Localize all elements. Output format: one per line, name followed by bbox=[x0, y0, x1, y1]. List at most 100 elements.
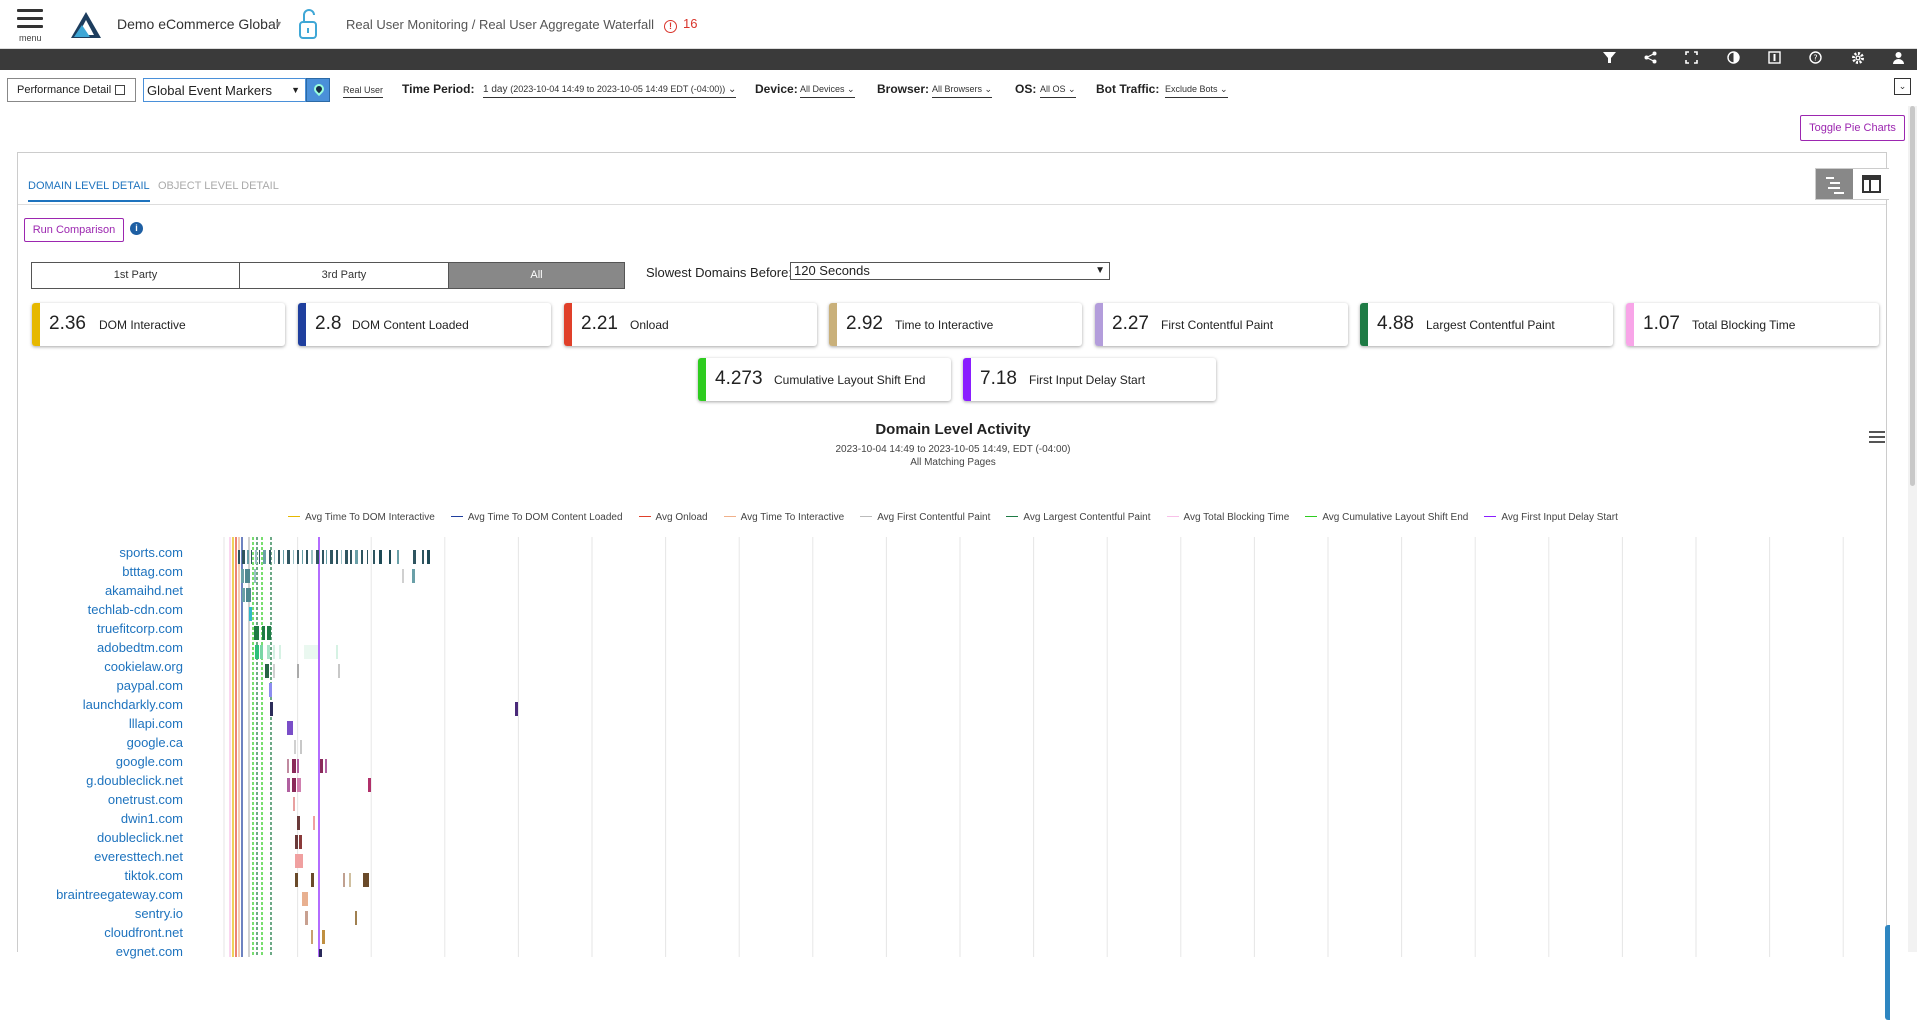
waterfall-bar bbox=[336, 645, 338, 659]
waterfall-bar bbox=[242, 588, 245, 602]
chart-menu-icon[interactable] bbox=[1869, 431, 1885, 446]
domain-label[interactable]: akamaihd.net bbox=[105, 583, 183, 598]
gear-icon[interactable] bbox=[1849, 51, 1866, 68]
collapse-toggle-icon[interactable]: ⌄ bbox=[1894, 78, 1911, 95]
legend-item[interactable]: Avg First Input Delay Start bbox=[1484, 512, 1618, 523]
table-view-button[interactable] bbox=[1853, 169, 1889, 199]
domain-label[interactable]: cookielaw.org bbox=[104, 659, 183, 674]
menu-button[interactable]: menu bbox=[17, 9, 43, 43]
domain-label[interactable]: everesttech.net bbox=[94, 849, 183, 864]
domain-label[interactable]: truefitcorp.com bbox=[97, 621, 183, 636]
legend-item[interactable]: Avg Total Blocking Time bbox=[1166, 512, 1289, 523]
domain-label[interactable]: onetrust.com bbox=[108, 792, 183, 807]
legend-swatch bbox=[288, 516, 301, 517]
help-icon[interactable]: ? bbox=[1807, 51, 1824, 68]
contrast-icon[interactable] bbox=[1725, 51, 1742, 68]
time-period-value: 1 day bbox=[483, 84, 508, 95]
waterfall-bar bbox=[413, 550, 416, 564]
third-party-button[interactable]: 3rd Party bbox=[240, 263, 449, 288]
page-scrollbar[interactable] bbox=[1908, 106, 1917, 952]
event-markers-select[interactable]: Global Event Markers ▼ bbox=[143, 78, 306, 102]
first-party-button[interactable]: 1st Party bbox=[32, 263, 240, 288]
legend-item[interactable]: Avg Time To DOM Content Loaded bbox=[450, 512, 623, 523]
metric-value: 2.36 bbox=[49, 313, 86, 334]
domain-label[interactable]: google.com bbox=[116, 754, 183, 769]
info-icon[interactable]: i bbox=[130, 222, 143, 235]
domain-label[interactable]: tiktok.com bbox=[124, 868, 183, 883]
domain-label[interactable]: doubleclick.net bbox=[97, 830, 183, 845]
legend-item[interactable]: Avg First Contentful Paint bbox=[860, 512, 990, 523]
metric-card: 2.27 First Contentful Paint bbox=[1095, 303, 1348, 346]
domain-label[interactable]: btttag.com bbox=[122, 564, 183, 579]
domain-label[interactable]: dwin1.com bbox=[121, 811, 183, 826]
browser-select[interactable]: All Browsers ⌄ bbox=[932, 84, 993, 98]
side-handle[interactable] bbox=[1885, 925, 1890, 1020]
metric-label: DOM Content Loaded bbox=[352, 318, 469, 332]
domain-label[interactable]: launchdarkly.com bbox=[83, 697, 183, 712]
waterfall-bar bbox=[322, 930, 325, 944]
legend-swatch bbox=[723, 516, 736, 517]
domain-label[interactable]: braintreegateway.com bbox=[56, 887, 183, 902]
domain-label[interactable]: cloudfront.net bbox=[104, 925, 183, 940]
domain-label[interactable]: paypal.com bbox=[117, 678, 183, 693]
waterfall-bar bbox=[255, 645, 259, 659]
waterfall-bar bbox=[515, 702, 518, 716]
toggle-pie-charts-button[interactable]: Toggle Pie Charts bbox=[1800, 115, 1905, 141]
report-icon[interactable] bbox=[1766, 51, 1783, 68]
waterfall-bar bbox=[350, 550, 352, 564]
metric-value: 2.27 bbox=[1112, 313, 1149, 334]
all-party-button[interactable]: All bbox=[449, 263, 624, 288]
browser-label: Browser: bbox=[877, 82, 930, 96]
svg-text:?: ? bbox=[1813, 54, 1817, 63]
waterfall-bar bbox=[311, 550, 313, 564]
user-icon[interactable] bbox=[1890, 51, 1907, 68]
share-icon[interactable] bbox=[1642, 51, 1659, 68]
domain-label[interactable]: google.ca bbox=[127, 735, 183, 750]
device-select[interactable]: All Devices ⌄ bbox=[800, 84, 855, 98]
os-select[interactable]: All OS ⌄ bbox=[1040, 84, 1076, 98]
waterfall-view-button[interactable] bbox=[1816, 169, 1853, 199]
legend-item[interactable]: Avg Cumulative Layout Shift End bbox=[1305, 512, 1468, 523]
domain-label[interactable]: lllapi.com bbox=[129, 716, 183, 731]
waterfall-bar bbox=[319, 949, 322, 957]
metric-value: 2.8 bbox=[315, 313, 342, 334]
waterfall-bar bbox=[251, 550, 252, 564]
legend-item[interactable]: Avg Onload bbox=[638, 512, 708, 523]
legend-item[interactable]: Avg Largest Contentful Paint bbox=[1006, 512, 1151, 523]
metric-card: 2.8 DOM Content Loaded bbox=[298, 303, 551, 346]
waterfall-bar bbox=[295, 835, 298, 849]
location-pin-button[interactable] bbox=[306, 78, 330, 102]
legend-swatch bbox=[1006, 516, 1019, 517]
fullscreen-icon[interactable] bbox=[1683, 51, 1700, 68]
unlock-icon[interactable] bbox=[297, 8, 319, 40]
waterfall-bar bbox=[326, 550, 327, 564]
metric-label: DOM Interactive bbox=[99, 318, 186, 332]
metric-value: 4.273 bbox=[715, 368, 763, 389]
real-user-filter[interactable]: Real User bbox=[343, 85, 384, 98]
time-period-select[interactable]: 1 day (2023-10-04 14:49 to 2023-10-05 14… bbox=[483, 84, 737, 98]
domain-label[interactable]: sentry.io bbox=[135, 906, 183, 921]
tab-object-level-detail[interactable]: OBJECT LEVEL DETAIL bbox=[158, 180, 279, 192]
run-comparison-button[interactable]: Run Comparison bbox=[24, 218, 124, 242]
waterfall-bar bbox=[363, 873, 369, 887]
waterfall-bar bbox=[427, 550, 430, 564]
filter-icon[interactable] bbox=[1601, 51, 1618, 68]
domain-label[interactable]: techlab-cdn.com bbox=[88, 602, 183, 617]
tab-domain-level-detail[interactable]: DOMAIN LEVEL DETAIL bbox=[28, 180, 150, 202]
waterfall-bar bbox=[287, 721, 293, 735]
legend-item[interactable]: Avg Time To DOM Interactive bbox=[288, 512, 435, 523]
waterfall-bar bbox=[305, 911, 308, 925]
metric-label: First Input Delay Start bbox=[1029, 373, 1146, 387]
domain-label[interactable]: g.doubleclick.net bbox=[86, 773, 183, 788]
app-name[interactable]: Demo eCommerce Global bbox=[117, 16, 279, 32]
bot-traffic-select[interactable]: Exclude Bots ⌄ bbox=[1165, 84, 1228, 98]
waterfall-bar bbox=[273, 645, 275, 659]
chart-subtitle-pages: All Matching Pages bbox=[910, 457, 996, 468]
slowest-domains-select[interactable]: 120 Seconds ▼ bbox=[790, 262, 1110, 280]
performance-detail-button[interactable]: Performance Detail bbox=[7, 78, 136, 102]
alert-indicator[interactable]: ! 16 bbox=[664, 16, 697, 33]
legend-item[interactable]: Avg Time To Interactive bbox=[723, 512, 844, 523]
app-switch-caret-icon[interactable]: ▼ bbox=[274, 19, 283, 29]
domain-label[interactable]: adobedtm.com bbox=[97, 640, 183, 655]
domain-label[interactable]: sports.com bbox=[119, 545, 183, 560]
